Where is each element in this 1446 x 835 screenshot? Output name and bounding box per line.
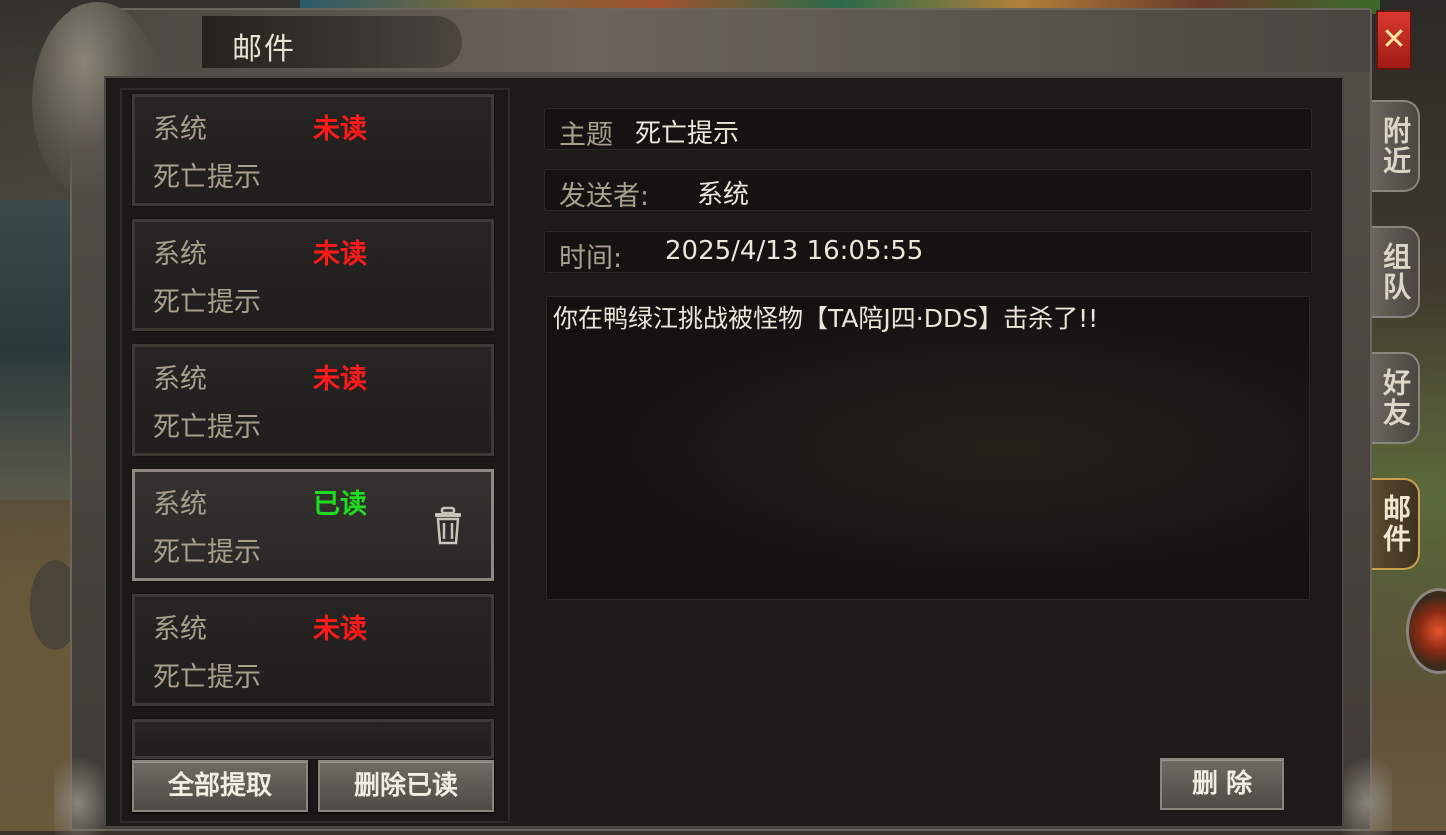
time-label: 时间: — [559, 243, 623, 274]
time-value: 2025/4/13 16:05:55 — [665, 236, 924, 266]
mail-subject: 死亡提示 — [153, 162, 261, 193]
sender-label: 发送者: — [559, 181, 650, 212]
mail-list-item-selected[interactable]: 系统 已读 死亡提示 — [131, 468, 495, 582]
mail-subject: 死亡提示 — [153, 537, 261, 568]
close-icon[interactable]: ✕ — [1376, 10, 1412, 70]
claim-all-button[interactable]: 全部提取 — [132, 760, 308, 812]
mail-sender: 系统 — [153, 239, 207, 270]
tab-nearby[interactable]: 附近 — [1372, 100, 1420, 192]
mail-list-item-partial[interactable] — [131, 718, 495, 760]
mail-sender: 系统 — [153, 114, 207, 145]
mail-body: 你在鸭绿江挑战被怪物【TA陪J四·DDS】击杀了!! — [546, 296, 1310, 600]
mail-subject: 死亡提示 — [153, 662, 261, 693]
sender-field: 发送者: 系统 — [544, 169, 1312, 212]
trash-icon[interactable] — [433, 506, 463, 546]
mail-sender: 系统 — [153, 489, 207, 520]
subject-value: 死亡提示 — [635, 119, 740, 149]
delete-button[interactable]: 删除 — [1160, 758, 1284, 810]
mail-list-item[interactable]: 系统 未读 死亡提示 — [131, 93, 495, 207]
game-scenery — [0, 200, 70, 500]
tab-mail[interactable]: 邮件 — [1372, 478, 1420, 570]
mail-subject: 死亡提示 — [153, 287, 261, 318]
title-bar[interactable]: 邮件 — [72, 10, 1370, 72]
mail-content-area: 系统 未读 死亡提示 系统 未读 死亡提示 系统 未读 死亡提示 系统 已读 死… — [104, 76, 1344, 828]
mail-status: 未读 — [313, 364, 367, 395]
time-field: 时间: 2025/4/13 16:05:55 — [544, 231, 1312, 274]
mail-sender: 系统 — [153, 614, 207, 645]
sender-value: 系统 — [697, 180, 750, 210]
mail-window: 邮件 系统 未读 死亡提示 系统 未读 死亡提示 系统 未读 死亡提示 系统 已… — [32, 2, 1392, 835]
mail-status: 未读 — [313, 614, 367, 645]
mail-list-item[interactable]: 系统 未读 死亡提示 — [131, 343, 495, 457]
tab-friends[interactable]: 好友 — [1372, 352, 1420, 444]
mail-body-text: 你在鸭绿江挑战被怪物【TA陪J四·DDS】击杀了!! — [553, 304, 1099, 333]
mail-status: 未读 — [313, 114, 367, 145]
tab-team[interactable]: 组队 — [1372, 226, 1420, 318]
mail-sender: 系统 — [153, 364, 207, 395]
mail-status: 已读 — [313, 489, 367, 520]
mail-status: 未读 — [313, 239, 367, 270]
mail-subject: 死亡提示 — [153, 412, 261, 443]
mail-list-item[interactable]: 系统 未读 死亡提示 — [131, 593, 495, 707]
mail-list-panel[interactable]: 系统 未读 死亡提示 系统 未读 死亡提示 系统 未读 死亡提示 系统 已读 死… — [120, 88, 510, 823]
subject-field: 主题 死亡提示 — [544, 108, 1312, 151]
mail-list-item[interactable]: 系统 未读 死亡提示 — [131, 218, 495, 332]
window-title: 邮件 — [232, 32, 296, 67]
subject-label: 主题 — [559, 120, 613, 151]
delete-read-button[interactable]: 删除已读 — [318, 760, 494, 812]
